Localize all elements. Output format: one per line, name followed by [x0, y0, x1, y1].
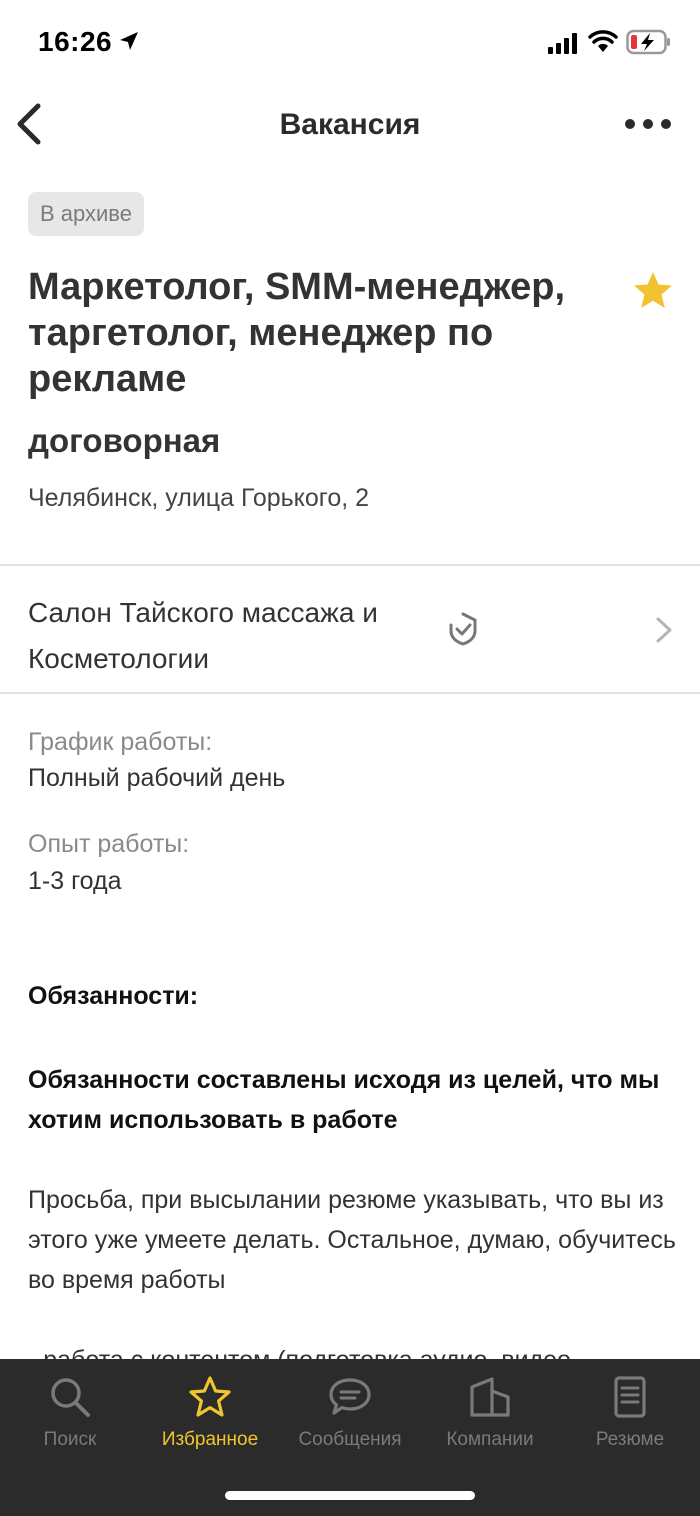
tab-label: Сообщения	[298, 1429, 402, 1450]
chevron-right-icon	[656, 617, 672, 643]
nav-bar: Вакансия	[0, 88, 700, 160]
battery-charging-icon	[626, 29, 670, 55]
schedule-label: График работы:	[28, 728, 213, 756]
wifi-icon	[588, 30, 618, 52]
building-icon	[470, 1377, 510, 1417]
star-outline-icon	[189, 1376, 231, 1417]
tab-messages[interactable]: Сообщения	[280, 1359, 420, 1469]
search-icon	[51, 1378, 90, 1417]
tab-label: Резюме	[595, 1429, 665, 1450]
tab-search[interactable]: Поиск	[0, 1359, 140, 1469]
page-title: Вакансия	[279, 108, 421, 141]
schedule-value: Полный рабочий день	[28, 764, 286, 792]
duties-bold-paragraph: Обязанности составлены исходя из целей, …	[28, 1066, 660, 1134]
company-name: Салон Тайского массажа и Косметологии	[28, 597, 378, 674]
status-badge: В архиве	[28, 192, 144, 236]
more-dots-icon[interactable]	[624, 114, 672, 134]
vacancy-address: Челябинск, улица Горького, 2	[28, 484, 370, 512]
tab-favorites[interactable]: Избранное	[140, 1359, 280, 1469]
duties-paragraph: Просьба, при высылании резюме указывать,…	[28, 1186, 676, 1294]
tab-resume[interactable]: Резюме	[560, 1359, 700, 1469]
tab-label: Компании	[446, 1429, 534, 1450]
tab-companies[interactable]: Компании	[420, 1359, 560, 1469]
vacancy-salary: договорная	[28, 422, 221, 459]
experience-label: Опыт работы:	[28, 830, 190, 858]
star-filled-icon[interactable]	[632, 270, 674, 312]
status-bar: 16:26	[0, 0, 700, 88]
document-icon	[614, 1376, 646, 1418]
verified-shield-icon	[449, 612, 477, 646]
tab-label: Избранное	[161, 1429, 259, 1450]
duties-heading: Обязанности:	[28, 982, 199, 1010]
experience-value: 1-3 года	[28, 867, 122, 895]
home-indicator	[225, 1491, 475, 1500]
divider	[0, 692, 700, 694]
cellular-signal-icon	[548, 33, 577, 54]
company-row[interactable]: Салон Тайского массажа и Косметологии	[0, 566, 700, 692]
message-bubble-icon	[329, 1378, 371, 1415]
vacancy-title: Маркетолог, SMM-менеджер, таргетолог, ме…	[28, 266, 566, 400]
location-arrow-icon	[120, 32, 138, 50]
tab-label: Поиск	[43, 1429, 97, 1450]
status-time: 16:26	[38, 26, 113, 57]
